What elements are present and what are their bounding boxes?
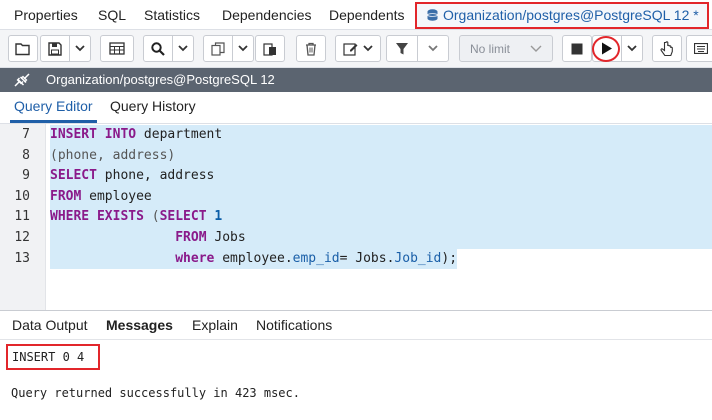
- chevron-down-icon: [530, 45, 542, 52]
- code-line: (phone, address): [50, 145, 712, 167]
- stop-icon: [571, 43, 583, 54]
- editor-tab-bar: Query Editor Query History: [0, 92, 712, 124]
- chevron-down-icon: [238, 45, 248, 52]
- filter-icon: [396, 42, 408, 54]
- code-line: WHERE EXISTS (SELECT 1: [50, 207, 712, 228]
- save-dropdown[interactable]: [69, 35, 91, 62]
- chevron-down-icon: [363, 45, 373, 52]
- tab-explain[interactable]: Explain: [192, 311, 238, 341]
- connection-title: Organization/postgres@PostgreSQL 12: [46, 72, 275, 87]
- find-dropdown[interactable]: [172, 35, 194, 62]
- sql-number: 1: [206, 209, 223, 225]
- limit-select[interactable]: No limit: [459, 35, 553, 62]
- grid-icon: [109, 42, 125, 55]
- code-text: employee.: [214, 250, 293, 266]
- object-tab-bar: Properties SQL Statistics Dependencies D…: [0, 0, 712, 30]
- code-line: SELECT phone, address: [50, 166, 712, 187]
- chevron-down-icon: [178, 45, 188, 52]
- filter-dropdown[interactable]: [417, 35, 449, 62]
- tab-query-editor[interactable]: Query Editor: [10, 92, 97, 123]
- sql-keyword: SELECT: [50, 168, 97, 184]
- macros-button[interactable]: [652, 35, 682, 62]
- sql-keyword: WHERE EXISTS: [50, 209, 144, 225]
- code-text: phone, address: [96, 168, 215, 184]
- chevron-down-icon: [627, 45, 637, 52]
- sql-keyword: FROM: [175, 230, 207, 245]
- line-number: 13: [14, 250, 30, 266]
- column-name: Job_id: [394, 250, 442, 266]
- tab-notifications[interactable]: Notifications: [256, 311, 332, 341]
- tab-query-tool-label: Organization/postgres@PostgreSQL 12 *: [443, 7, 699, 23]
- sql-keyword: FROM: [50, 188, 82, 204]
- code-text: = Jobs.: [339, 250, 395, 266]
- database-icon: [427, 9, 438, 21]
- messages-panel: INSERT 0 4 Query returned successfully i…: [0, 340, 712, 420]
- line-number: 9: [22, 168, 30, 184]
- open-file-icon: [15, 42, 30, 55]
- search-icon: [151, 41, 165, 56]
- chevron-down-icon: [75, 45, 85, 52]
- keyboard-button[interactable]: [686, 35, 712, 62]
- sql-keyword: where: [175, 250, 215, 266]
- save-button[interactable]: [40, 35, 70, 62]
- edit-icon: [343, 42, 358, 56]
- tab-query-history[interactable]: Query History: [106, 92, 200, 123]
- line-number: 10: [14, 188, 30, 204]
- line-number: 8: [22, 147, 30, 163]
- code-text: );: [441, 250, 458, 266]
- code-text: department: [136, 127, 223, 142]
- tab-statistics[interactable]: Statistics: [144, 0, 200, 30]
- code-text: employee: [81, 188, 152, 204]
- code-line: where employee.emp_id= Jobs.Job_id);: [50, 248, 458, 270]
- line-number: 7: [22, 127, 30, 142]
- find-button[interactable]: [143, 35, 173, 62]
- limit-select-value: No limit: [470, 41, 511, 56]
- sql-keyword: SELECT: [159, 209, 207, 225]
- query-success-message: Query returned successfully in 423 msec.: [11, 386, 300, 400]
- line-number: 11: [14, 209, 30, 225]
- tab-data-output[interactable]: Data Output: [12, 311, 88, 341]
- connection-icon: [14, 73, 30, 87]
- line-number-gutter: 7 8 9 10 11 12 13: [0, 124, 46, 310]
- paste-button[interactable]: [255, 35, 285, 62]
- copy-dropdown[interactable]: [232, 35, 254, 62]
- paste-icon: [263, 42, 276, 56]
- filter-button[interactable]: [386, 35, 418, 62]
- tab-sql[interactable]: SQL: [98, 0, 126, 30]
- tab-dependents[interactable]: Dependents: [329, 0, 405, 30]
- tab-properties[interactable]: Properties: [14, 0, 78, 30]
- edit-grid-button[interactable]: [100, 35, 134, 62]
- tab-messages[interactable]: Messages: [106, 311, 173, 341]
- line-number: 12: [14, 230, 30, 245]
- code-line: INSERT INTO department: [50, 125, 712, 146]
- code-text: (phone, address): [50, 147, 176, 163]
- tab-dependencies[interactable]: Dependencies: [222, 0, 312, 30]
- save-icon: [48, 41, 62, 56]
- tab-query-tool[interactable]: Organization/postgres@PostgreSQL 12 *: [415, 2, 709, 29]
- results-tab-bar: Data Output Messages Explain Notificatio…: [0, 310, 712, 340]
- delete-icon: [306, 42, 316, 56]
- query-result-message: INSERT 0 4: [6, 344, 100, 370]
- open-file-button[interactable]: [8, 35, 38, 62]
- sql-editor[interactable]: 7 8 9 10 11 12 13 INSERT INTO department…: [0, 124, 712, 310]
- delete-button[interactable]: [296, 35, 326, 62]
- code-line: FROM employee: [50, 186, 712, 208]
- copy-button[interactable]: [203, 35, 233, 62]
- execute-dropdown[interactable]: [621, 35, 643, 62]
- pointer-icon: [660, 40, 673, 56]
- connection-bar: Organization/postgres@PostgreSQL 12: [0, 68, 712, 92]
- code-line: FROM Jobs: [50, 228, 712, 249]
- code-text: (: [143, 209, 160, 225]
- copy-icon: [211, 41, 225, 56]
- execute-highlight-circle: [592, 36, 620, 62]
- keyboard-icon: [694, 43, 708, 54]
- chevron-down-icon: [428, 45, 438, 52]
- code-text: Jobs: [206, 230, 246, 245]
- column-name: emp_id: [292, 250, 340, 266]
- stop-button[interactable]: [562, 35, 592, 62]
- edit-options-button[interactable]: [335, 35, 381, 62]
- sql-keyword: INSERT INTO: [50, 127, 137, 142]
